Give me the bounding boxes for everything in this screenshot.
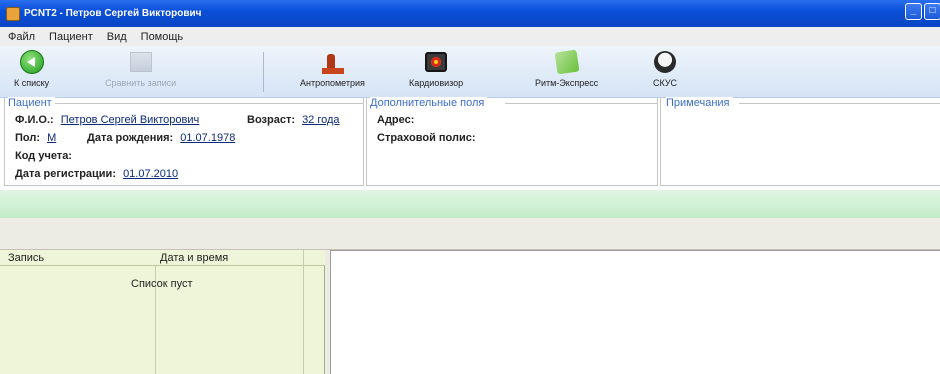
column-record[interactable]: Запись bbox=[8, 252, 44, 264]
menu-file[interactable]: Файл bbox=[8, 31, 35, 43]
patient-group: Пациент Ф.И.О.: Петров Сергей Викторович… bbox=[4, 97, 364, 186]
records-header: Запись Дата и время bbox=[0, 250, 325, 266]
additional-fields-title: Дополнительные поля bbox=[370, 97, 488, 109]
cardiovisor-icon bbox=[424, 50, 448, 74]
fio-value[interactable]: Петров Сергей Викторович bbox=[61, 114, 200, 126]
compare-icon bbox=[129, 50, 153, 74]
compare-records-button[interactable]: Сравнить записи bbox=[105, 50, 176, 88]
menu-patient[interactable]: Пациент bbox=[49, 31, 93, 43]
registration-date-value[interactable]: 01.07.2010 bbox=[123, 168, 178, 180]
window-title: PCNT2 - Петров Сергей Викторович bbox=[24, 8, 202, 19]
age-value[interactable]: 32 года bbox=[302, 114, 339, 126]
minimize-button[interactable]: _ bbox=[905, 3, 922, 20]
account-code-label: Код учета: bbox=[15, 150, 72, 162]
rhythm-express-label: Ритм-Экспресс bbox=[535, 78, 599, 88]
insurance-label: Страховой полис: bbox=[377, 132, 476, 144]
patient-group-title: Пациент bbox=[8, 97, 55, 109]
toolbar: К списку Сравнить записи Антропометрия К… bbox=[0, 46, 940, 98]
toolbar-separator bbox=[263, 52, 264, 92]
cardiovisor-button[interactable]: Кардиовизор bbox=[409, 50, 463, 88]
status-band bbox=[0, 190, 940, 218]
menu-help[interactable]: Помощь bbox=[141, 31, 184, 43]
back-arrow-icon bbox=[19, 50, 44, 74]
address-label: Адрес: bbox=[377, 114, 415, 126]
back-to-list-label: К списку bbox=[14, 78, 50, 88]
empty-list-text: Список пуст bbox=[131, 278, 193, 290]
records-list[interactable]: Запись Дата и время Список пуст bbox=[0, 250, 325, 374]
sex-label: Пол: bbox=[15, 132, 41, 144]
skus-button[interactable]: СКУС bbox=[653, 50, 677, 88]
notes-group-title: Примечания bbox=[666, 97, 733, 109]
splitter-strip bbox=[0, 218, 940, 250]
registration-date-label: Дата регистрации: bbox=[15, 168, 116, 180]
skus-label: СКУС bbox=[653, 78, 678, 88]
additional-fields-group: Дополнительные поля Адрес: Страховой пол… bbox=[366, 97, 658, 186]
age-label: Возраст: bbox=[247, 114, 295, 126]
title-bar: PCNT2 - Петров Сергей Викторович _ □ bbox=[0, 0, 940, 27]
app-icon bbox=[6, 6, 20, 21]
notes-group: Примечания bbox=[660, 97, 940, 186]
anthropometry-label: Антропометрия bbox=[300, 78, 365, 88]
record-preview-pane bbox=[330, 250, 940, 374]
sex-value[interactable]: М bbox=[47, 132, 56, 144]
skus-icon bbox=[653, 50, 677, 74]
anthropometry-button[interactable]: Антропометрия bbox=[300, 50, 365, 88]
compare-records-label: Сравнить записи bbox=[105, 78, 177, 88]
anthropometry-icon bbox=[320, 50, 345, 74]
menu-view[interactable]: Вид bbox=[107, 31, 127, 43]
rhythm-express-icon bbox=[554, 49, 580, 75]
menu-bar: Файл Пациент Вид Помощь bbox=[0, 27, 940, 46]
fio-label: Ф.И.О.: bbox=[15, 114, 54, 126]
dob-label: Дата рождения: bbox=[87, 132, 174, 144]
dob-value[interactable]: 01.07.1978 bbox=[180, 132, 235, 144]
cardiovisor-label: Кардиовизор bbox=[409, 78, 464, 88]
patient-info-area: Пациент Ф.И.О.: Петров Сергей Викторович… bbox=[0, 97, 940, 186]
rhythm-express-button[interactable]: Ритм-Экспресс bbox=[535, 49, 599, 88]
maximize-button[interactable]: □ bbox=[924, 3, 940, 20]
back-to-list-button[interactable]: К списку bbox=[14, 50, 49, 88]
column-datetime[interactable]: Дата и время bbox=[160, 252, 228, 264]
